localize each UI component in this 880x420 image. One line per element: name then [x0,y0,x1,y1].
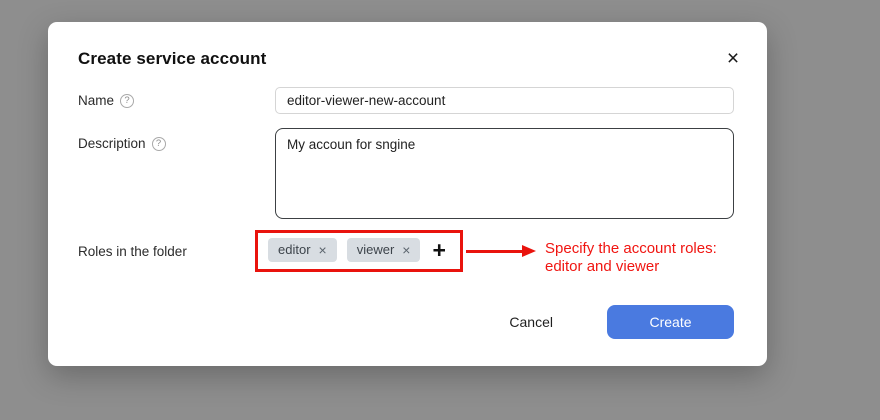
remove-role-icon[interactable]: × [402,243,410,257]
name-input[interactable] [275,87,734,114]
name-label-text: Name [78,93,114,108]
close-icon[interactable]: × [719,44,747,72]
role-chip-viewer[interactable]: viewer × [347,238,421,262]
description-label: Description ? [78,136,166,151]
cancel-button[interactable]: Cancel [509,314,553,330]
dialog-actions: Cancel Create [509,305,734,339]
description-help-icon[interactable]: ? [152,137,166,151]
name-label: Name ? [78,93,134,108]
role-chip-label: editor [278,242,311,257]
roles-chips-row: editor × viewer × + [268,238,448,262]
description-label-text: Description [78,136,146,151]
role-chip-label: viewer [357,242,395,257]
remove-role-icon[interactable]: × [319,243,327,257]
description-textarea[interactable]: My accoun for sngine [275,128,734,219]
role-chip-editor[interactable]: editor × [268,238,337,262]
add-role-button[interactable]: + [430,239,447,262]
create-button[interactable]: Create [607,305,734,339]
name-help-icon[interactable]: ? [120,94,134,108]
roles-label-text: Roles in the folder [78,244,187,259]
roles-label: Roles in the folder [78,244,187,259]
create-service-account-dialog: Create service account × Name ? Descript… [48,22,767,366]
dialog-title: Create service account [78,49,266,69]
